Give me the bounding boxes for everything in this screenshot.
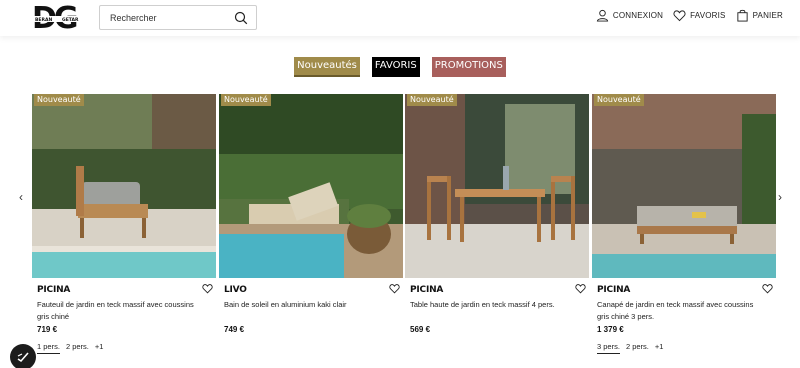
cart-label: PANIER (752, 11, 783, 20)
chevron-left-icon[interactable]: ‹ (19, 190, 23, 204)
more-sizes[interactable]: +1 (95, 342, 104, 354)
cart-link[interactable]: PANIER (736, 9, 783, 22)
product-card[interactable]: Nouveauté PICINA Fauteuil de jardin en t… (32, 94, 216, 354)
user-icon (596, 9, 609, 22)
search-icon[interactable] (234, 11, 248, 25)
new-badge: Nouveauté (407, 94, 457, 106)
search-input[interactable] (110, 12, 230, 23)
product-card[interactable]: Nouveauté LIVO Bain de soleil en alumini… (219, 94, 403, 334)
collection-tabs: Nouveautés FAVORIS PROMOTIONS (0, 57, 800, 77)
bag-icon (736, 9, 748, 22)
product-image[interactable]: Nouveauté (32, 94, 216, 278)
size-options: 1 pers. 2 pers. +1 (37, 342, 103, 354)
product-card[interactable]: Nouveauté PICINA Canapé de jardin en tec… (592, 94, 776, 354)
size-option[interactable]: 2 pers. (66, 342, 89, 354)
tab-promotions[interactable]: PROMOTIONS (431, 57, 506, 77)
product-price: 569 € (410, 325, 431, 334)
favorites-label: FAVORIS (690, 11, 726, 20)
accessibility-button[interactable] (10, 344, 36, 368)
site-header: DG BERAN GETAR CONNEXION FAVORIS (0, 0, 800, 36)
favorites-link[interactable]: FAVORIS (673, 9, 725, 22)
new-badge: Nouveauté (594, 94, 644, 106)
product-description: Canapé de jardin en teck massif avec cou… (597, 300, 754, 321)
heart-icon[interactable] (389, 283, 400, 294)
heart-icon[interactable] (202, 283, 213, 294)
product-brand: LIVO (224, 285, 247, 295)
product-description: Fauteuil de jardin en teck massif avec c… (37, 300, 194, 321)
login-label: CONNEXION (612, 11, 664, 20)
product-brand: PICINA (410, 285, 444, 295)
tab-favoris[interactable]: FAVORIS (371, 57, 420, 77)
header-actions: CONNEXION FAVORIS PANIER (596, 9, 783, 22)
product-image[interactable]: Nouveauté (592, 94, 776, 278)
login-link[interactable]: CONNEXION (596, 9, 663, 22)
product-image[interactable]: Nouveauté (219, 94, 403, 278)
product-description: Table haute de jardin en teck massif 4 p… (410, 300, 555, 309)
more-sizes[interactable]: +1 (655, 342, 664, 354)
chevron-right-icon[interactable]: › (778, 190, 782, 204)
product-price: 749 € (224, 325, 245, 334)
size-option[interactable]: 2 pers. (626, 342, 649, 354)
tab-nouveautes[interactable]: Nouveautés (294, 57, 360, 77)
size-option[interactable]: 3 pers. (597, 342, 620, 354)
size-option[interactable]: 1 pers. (37, 342, 60, 354)
size-options: 3 pers. 2 pers. +1 (597, 342, 663, 354)
product-brand: PICINA (597, 285, 631, 295)
product-image[interactable]: Nouveauté (405, 94, 589, 278)
product-price: 1 379 € (597, 325, 624, 334)
search-box (99, 5, 257, 30)
product-price: 719 € (37, 325, 58, 334)
heart-icon[interactable] (762, 283, 773, 294)
heart-icon[interactable] (575, 283, 586, 294)
new-badge: Nouveauté (34, 94, 84, 106)
brand-logo[interactable]: DG BERAN GETAR (32, 1, 84, 36)
svg-text:BERAN: BERAN (35, 17, 52, 23)
accessibility-icon (17, 352, 29, 363)
product-card[interactable]: Nouveauté PICINA Table haute de jardin e… (405, 94, 589, 334)
new-badge: Nouveauté (221, 94, 271, 106)
product-brand: PICINA (37, 285, 71, 295)
heart-icon (673, 10, 686, 22)
product-description: Bain de soleil en aluminium kaki clair (224, 300, 347, 309)
svg-text:GETAR: GETAR (62, 17, 79, 23)
